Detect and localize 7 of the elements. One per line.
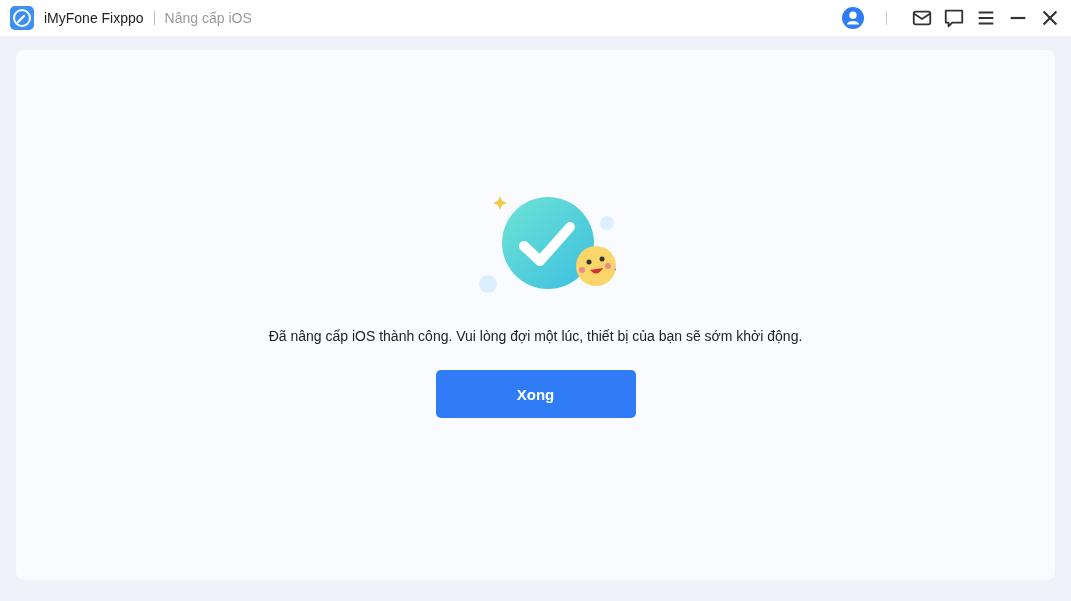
app-name: iMyFone Fixppo	[44, 10, 144, 26]
app-logo-icon	[10, 6, 34, 30]
chat-icon[interactable]	[943, 7, 965, 29]
done-button[interactable]: Xong	[435, 370, 636, 418]
success-message: Đã nâng cấp iOS thành công. Vui lòng đợi một lúc, thiết bị của bạn sẽ sớm khởi động.	[268, 328, 803, 344]
user-avatar-icon[interactable]	[842, 7, 864, 29]
section-title: Nâng cấp iOS	[164, 10, 252, 26]
